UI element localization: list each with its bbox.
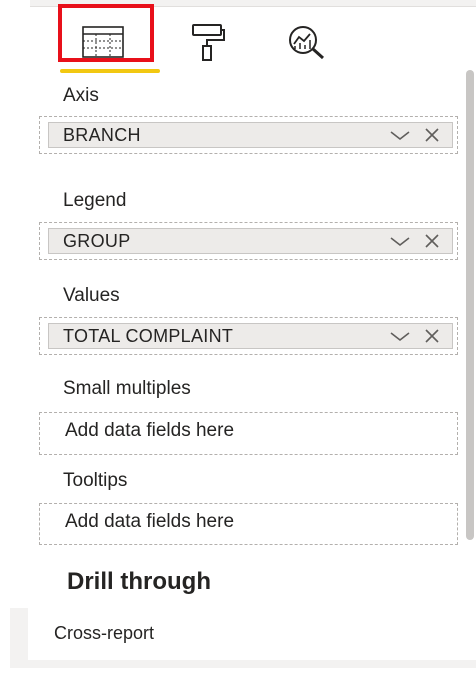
axis-well[interactable]: BRANCH	[39, 116, 458, 154]
close-icon[interactable]	[422, 126, 442, 144]
pane-toolbar	[0, 0, 476, 78]
active-tab-indicator	[60, 69, 160, 73]
small-multiples-label: Small multiples	[63, 378, 191, 399]
legend-well[interactable]: GROUP	[39, 222, 458, 260]
analytics-magnifier-icon	[289, 26, 325, 60]
legend-label: Legend	[63, 190, 127, 211]
axis-label: Axis	[63, 85, 99, 106]
tooltips-placeholder: Add data fields here	[65, 511, 235, 532]
legend-field-pill[interactable]: GROUP	[48, 228, 453, 254]
close-icon[interactable]	[422, 327, 442, 345]
values-well[interactable]: TOTAL COMPLAINT	[39, 317, 458, 355]
cross-report-label[interactable]: Cross-report	[54, 623, 154, 644]
axis-field-pill[interactable]: BRANCH	[48, 122, 453, 148]
tab-analytics[interactable]	[280, 14, 334, 70]
fields-grid-icon	[82, 26, 124, 58]
values-label: Values	[63, 285, 120, 306]
legend-field-name: GROUP	[63, 231, 131, 251]
paint-roller-icon	[192, 24, 225, 61]
chevron-down-icon[interactable]	[388, 328, 412, 344]
axis-field-name: BRANCH	[63, 125, 141, 145]
tab-format[interactable]	[180, 14, 234, 70]
values-field-pill[interactable]: TOTAL COMPLAINT	[48, 323, 453, 349]
chevron-down-icon[interactable]	[388, 127, 412, 143]
scrollbar-thumb[interactable]	[466, 70, 474, 540]
tooltips-label: Tooltips	[63, 470, 128, 491]
drill-through-heading: Drill through	[67, 568, 211, 595]
tab-fields[interactable]	[76, 14, 130, 70]
tooltips-well[interactable]: Add data fields here	[39, 503, 458, 545]
values-field-name: TOTAL COMPLAINT	[63, 326, 234, 346]
close-icon[interactable]	[422, 232, 442, 250]
small-multiples-well[interactable]: Add data fields here	[39, 412, 458, 455]
visualizations-pane: Axis BRANCH Legend GROUP Values TOTAL CO…	[0, 0, 476, 673]
chevron-down-icon[interactable]	[388, 233, 412, 249]
top-edge	[30, 0, 476, 7]
small-multiples-placeholder: Add data fields here	[65, 420, 235, 441]
